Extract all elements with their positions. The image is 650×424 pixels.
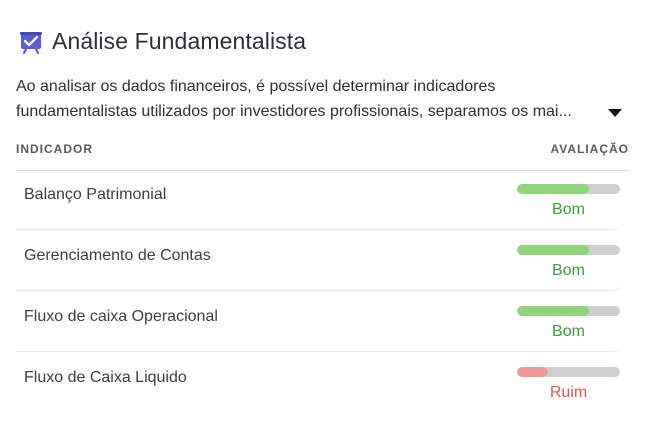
rating-bar-fill — [517, 245, 590, 255]
section-description: Ao analisar os dados financeiros, é poss… — [16, 74, 626, 124]
rating-bar — [517, 184, 620, 194]
rating-bar-fill — [517, 184, 590, 194]
table-row: Gerenciamento de Contas Bom — [16, 233, 626, 291]
rating-label: Bom — [552, 262, 585, 279]
table-header-divider — [16, 170, 629, 171]
rating-bar — [517, 306, 620, 316]
indicator-name: Fluxo de Caixa Liquido — [24, 369, 187, 386]
indicator-name: Fluxo de caixa Operacional — [24, 308, 218, 325]
description-line-1: Ao analisar os dados financeiros, é poss… — [16, 78, 496, 95]
table-row: Balanço Patrimonial Bom — [16, 172, 626, 230]
rating-label: Ruim — [549, 384, 588, 401]
rating-bar — [517, 367, 620, 377]
indicator-name: Gerenciamento de Contas — [24, 247, 211, 264]
description-line-2: fundamentalistas utilizados por investid… — [16, 103, 572, 120]
page-title: Análise Fundamentalista — [52, 28, 307, 54]
table-header: INDICADOR AVALIAÇÃO — [16, 142, 629, 156]
column-header-indicator: INDICADOR — [16, 142, 93, 156]
table-row: Fluxo de caixa Operacional Bom — [16, 294, 626, 352]
caret-down-icon — [608, 109, 622, 117]
rating-label: Bom — [552, 323, 585, 340]
rating-label: Bom — [552, 201, 585, 218]
table-row: Fluxo de Caixa Liquido Ruim — [16, 355, 626, 413]
indicator-name: Balanço Patrimonial — [24, 186, 167, 203]
rating-bar — [517, 245, 620, 255]
expand-description-toggle[interactable] — [607, 106, 623, 120]
rating-bar-fill — [517, 367, 548, 377]
rating-bar-fill — [517, 306, 590, 316]
presentation-chart-check-icon — [18, 29, 44, 55]
section-header: Análise Fundamentalista — [18, 28, 306, 55]
column-header-rating: AVALIAÇÃO — [550, 142, 629, 156]
